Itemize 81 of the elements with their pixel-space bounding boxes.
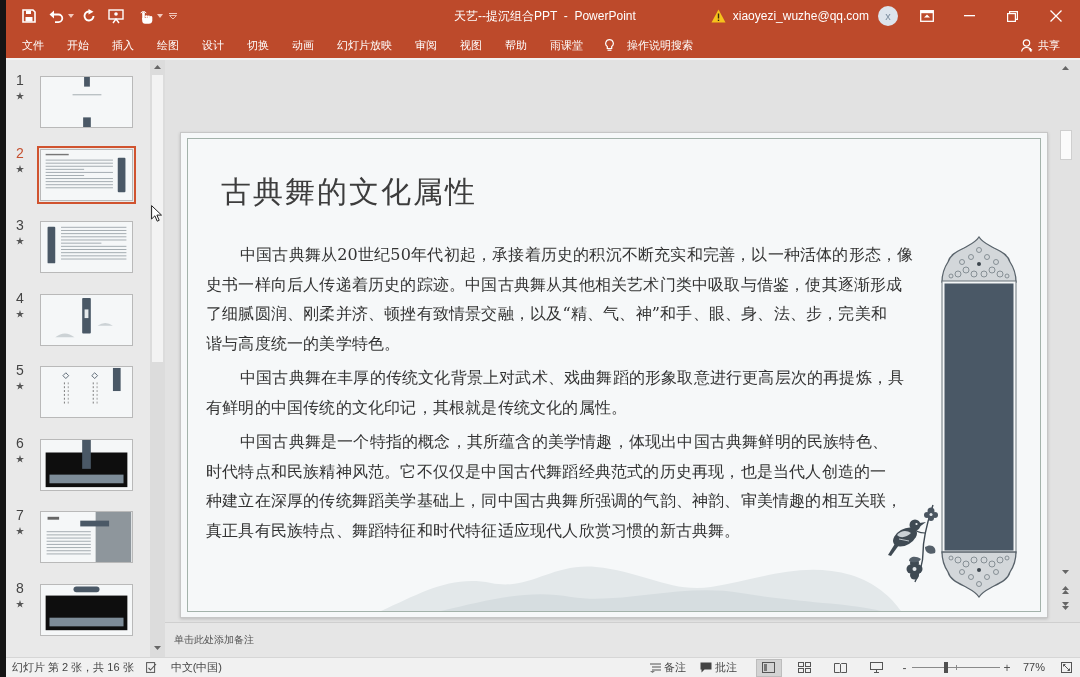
open-book-icon (834, 662, 848, 673)
ribbon-tab[interactable]: 审阅 (403, 32, 449, 58)
normal-view-button[interactable] (755, 658, 782, 677)
star-icon (16, 92, 24, 100)
window-title: 天艺--提沉组合PPT - PowerPoint (454, 8, 636, 24)
normal-view-icon (762, 662, 776, 673)
slide-number: 3 (16, 218, 24, 233)
notes-icon (649, 662, 661, 673)
account-avatar[interactable]: x (878, 6, 898, 26)
star-icon (16, 599, 24, 608)
notes-button[interactable]: 备注 (649, 658, 686, 677)
slide-count-text: 幻灯片 第 2 张，共 16 张 (12, 660, 134, 676)
share-button[interactable]: 共享 (1021, 32, 1060, 58)
ribbon-tab[interactable]: 动画 (280, 32, 326, 58)
scroll-up-icon[interactable] (1062, 66, 1069, 70)
ribbon-tab[interactable]: 插入 (100, 32, 146, 58)
document-check-icon[interactable] (145, 662, 157, 673)
slide-title: 古典舞的文化属性 (221, 174, 477, 210)
tell-me-search[interactable]: 操作说明搜索 (604, 32, 693, 58)
ribbon-tab[interactable]: 开始 (55, 32, 101, 58)
scroll-down-icon[interactable] (154, 646, 161, 650)
slide-number: 4 (16, 290, 24, 306)
ribbon-display-options-icon[interactable] (919, 10, 934, 22)
zoom-in-button[interactable]: + (1002, 658, 1011, 677)
restore-icon[interactable] (1007, 10, 1018, 22)
slide-number: 8 (16, 580, 24, 596)
slide-number: 2 (16, 145, 24, 161)
slide-number: 6 (16, 435, 24, 451)
zoom-out-button[interactable]: - (900, 658, 908, 677)
account-email[interactable]: xiaoyezi_wuzhe@qq.com (732, 7, 869, 25)
scrollbar[interactable] (150, 60, 165, 657)
scroll-up-icon[interactable] (154, 65, 161, 69)
fit-to-window-icon[interactable] (1061, 662, 1072, 673)
undo-icon[interactable] (49, 9, 64, 23)
slide-sorter-icon (798, 662, 812, 673)
slide-number: 1 (16, 73, 24, 88)
dropdown-caret-icon[interactable] (157, 14, 163, 18)
zoom-slider-track[interactable] (911, 662, 1000, 673)
mouse-pointer-icon (151, 205, 162, 222)
ribbon-tab[interactable]: 设计 (190, 32, 236, 58)
touch-hand-icon[interactable] (140, 8, 153, 24)
redo-icon[interactable] (82, 9, 96, 23)
scrollbar-thumb[interactable] (1060, 130, 1072, 160)
warning-icon[interactable] (710, 9, 726, 23)
language-indicator[interactable]: 中文(中国) (170, 659, 222, 676)
zoom-slider-thumb[interactable] (944, 662, 949, 673)
ribbon-tab[interactable]: 文件 (10, 32, 56, 58)
next-slide-icon[interactable] (1062, 602, 1069, 610)
slide-number: 7 (16, 508, 24, 523)
lightbulb-icon (604, 38, 614, 52)
save-icon[interactable] (22, 9, 36, 23)
ribbon-tab[interactable]: 绘图 (145, 32, 191, 58)
ribbon-tab[interactable]: 帮助 (493, 32, 539, 58)
star-icon (16, 527, 24, 535)
body-paragraph: 中国古典舞从20世纪50年代初起，承接着历史的积沉不断充实和完善，以一种活体的形态，像 史书一样向后人传递着历史的踪迹。中国古典舞从其他相关艺术门类中吸取与借鉴，使其逐渐形成 了细腻圆润、刚柔并济、顿挫有致情景交融，以及“精、气、神”和手、眼、身、法、步，完美和 谐与高度统一的美学特色。 (206, 244, 914, 355)
scroll-down-icon[interactable] (1062, 570, 1069, 574)
close-icon[interactable] (1049, 10, 1062, 22)
body-paragraph: 中国古典舞是一个特指的概念，其所蕴含的美学情趣，体现出中国古典舞鲜明的民族特色、 时代特点和民族精神风范。它不仅仅是中国古代舞蹈经典范式的历史再现，也是当代人创造的一 种建立在深厚的传统舞蹈美学基础上，同中国古典舞所强调的气韵、神韵、审美情趣的相互关联， 真正具有民族特点、舞蹈特征和时代特征适应现代人欣赏习惯的新古典舞。 (206, 431, 903, 542)
star-icon (16, 164, 24, 173)
slide-number: 5 (16, 363, 24, 378)
star-icon (16, 382, 24, 390)
person-icon (1021, 38, 1033, 52)
scrollbar-thumb[interactable] (152, 75, 163, 362)
ribbon-tab[interactable]: 视图 (448, 32, 494, 58)
previous-slide-icon[interactable] (1062, 586, 1069, 594)
ribbon-tab[interactable]: 雨课堂 (538, 32, 595, 58)
minimize-icon[interactable] (964, 15, 975, 17)
customize-toolbar-icon[interactable] (169, 13, 177, 19)
star-icon (16, 237, 24, 245)
ribbon-tab[interactable]: 幻灯片放映 (325, 32, 404, 58)
zoom-percentage[interactable]: 77% (1022, 659, 1045, 676)
notes-field[interactable]: 单击此处添加备注 (165, 622, 1080, 657)
star-icon (16, 309, 24, 318)
comments-button[interactable]: 批注 (699, 658, 737, 677)
body-paragraph: 中国古典舞在丰厚的传统文化背景上对武术、戏曲舞蹈的形象取意进行更高层次的再提炼，具 有鲜明的中国传统的文化印记，其根就是传统文化的属性。 (206, 367, 905, 419)
star-icon (16, 454, 24, 463)
ribbon-tab[interactable]: 切换 (235, 32, 281, 58)
comment-icon (699, 662, 712, 673)
projector-screen-icon (870, 662, 884, 673)
presentation-screen-icon[interactable] (108, 8, 124, 24)
dropdown-caret-icon[interactable] (68, 14, 74, 18)
